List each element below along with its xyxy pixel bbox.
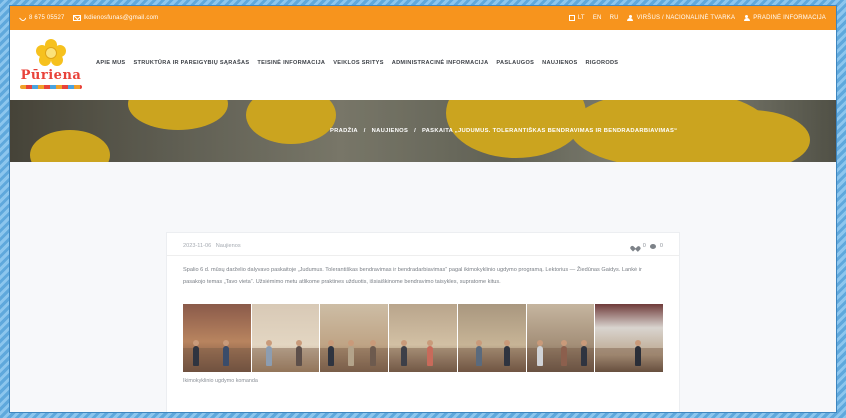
breadcrumb-news[interactable]: NAUJIENOS (372, 128, 409, 134)
photo-gallery (183, 304, 664, 372)
gallery-photo[interactable] (595, 304, 664, 372)
phone-text: 8 675 05527 (29, 15, 65, 21)
phone-icon (18, 13, 28, 23)
gallery-photo[interactable] (320, 304, 389, 372)
post-date: 2023-11-06 Naujienos (183, 243, 241, 249)
breadcrumb: PRADŽIA / NAUJIENOS / PASKAITA „JUDUMUS.… (330, 128, 678, 134)
nav-naujienos[interactable]: NAUJIENOS (542, 60, 577, 66)
post-body: Spalio 6 d. mūsų darželio dalyvavo paska… (183, 267, 642, 285)
nav-rigorods[interactable]: RIGORODS (585, 60, 618, 66)
nav-struktura[interactable]: STRUKTŪRA IR PAREIGYBIŲ SĄRAŠAS (133, 60, 249, 66)
lang-ru[interactable]: RU (610, 15, 619, 21)
top-bar: 8 675 05527 lkdienosfunas@gmail.com LT E… (10, 6, 836, 30)
top-link-2[interactable]: PRADINĖ INFORMACIJA (743, 14, 826, 22)
person-icon (627, 14, 634, 22)
mail-icon (72, 15, 81, 21)
nav-administracine-informacija[interactable]: ADMINISTRACINĖ INFORMACIJA (392, 60, 489, 66)
gallery-photo[interactable] (389, 304, 457, 372)
external-icon (568, 15, 575, 21)
logo-text: Pūriena (20, 68, 82, 83)
breadcrumb-home[interactable]: PRADŽIA (330, 128, 358, 134)
main-nav: APIE MUS STRUKTŪRA IR PAREIGYBIŲ SĄRAŠAS… (96, 60, 618, 66)
hero-banner: PRADŽIA / NAUJIENOS / PASKAITA „JUDUMUS.… (10, 100, 836, 162)
top-link-1[interactable]: VIRŠUS / NACIONALINĖ TVARKA (627, 14, 736, 22)
post-category[interactable]: Naujienos (216, 243, 241, 249)
logo-stripe (20, 85, 82, 89)
post-card: 2023-11-06 Naujienos 0 0 Spalio 6 d. mūs… (166, 232, 680, 412)
post-meta: 2023-11-06 Naujienos 0 0 (167, 233, 679, 256)
nav-veiklos-sritys[interactable]: VEIKLOS SRITYS (333, 60, 384, 66)
lang-lt[interactable]: LT (568, 15, 585, 21)
gallery-photo[interactable] (183, 304, 251, 372)
top-links: LT EN RU VIRŠUS / NACIONALINĖ TVARKA PRA… (568, 14, 826, 22)
flower-logo-icon (36, 39, 66, 67)
site-header: Pūriena APIE MUS STRUKTŪRA IR PAREIGYBIŲ… (10, 30, 836, 100)
contact-info: 8 675 05527 lkdienosfunas@gmail.com (18, 13, 159, 23)
phone-link[interactable]: 8 675 05527 (18, 13, 65, 23)
email-text: lkdienosfunas@gmail.com (83, 15, 159, 21)
heart-icon[interactable] (633, 244, 639, 249)
browser-page: 8 675 05527 lkdienosfunas@gmail.com LT E… (10, 6, 836, 412)
post-counts: 0 0 (633, 243, 663, 249)
gallery-photo[interactable] (526, 304, 595, 372)
like-count: 0 (642, 243, 646, 249)
main-content: 2023-11-06 Naujienos 0 0 Spalio 6 d. mūs… (10, 162, 836, 412)
nav-teisine-informacija[interactable]: TEISINĖ INFORMACIJA (257, 60, 325, 66)
comment-count: 0 (659, 243, 663, 249)
site-logo[interactable]: Pūriena (18, 35, 84, 95)
email-link[interactable]: lkdienosfunas@gmail.com (72, 15, 159, 21)
nav-paslaugos[interactable]: PASLAUGOS (496, 60, 534, 66)
gallery-caption: Ikimokyklinio ugdymo komanda (183, 378, 258, 384)
gallery-photo[interactable] (251, 304, 320, 372)
comment-icon[interactable] (649, 243, 656, 249)
nav-apie-mus[interactable]: APIE MUS (96, 60, 125, 66)
breadcrumb-current: PASKAITA „JUDUMUS. TOLERANTIŠKAS BENDRAV… (421, 128, 678, 134)
lang-en[interactable]: EN (593, 15, 602, 21)
gallery-photo[interactable] (457, 304, 526, 372)
person-icon (743, 14, 750, 22)
